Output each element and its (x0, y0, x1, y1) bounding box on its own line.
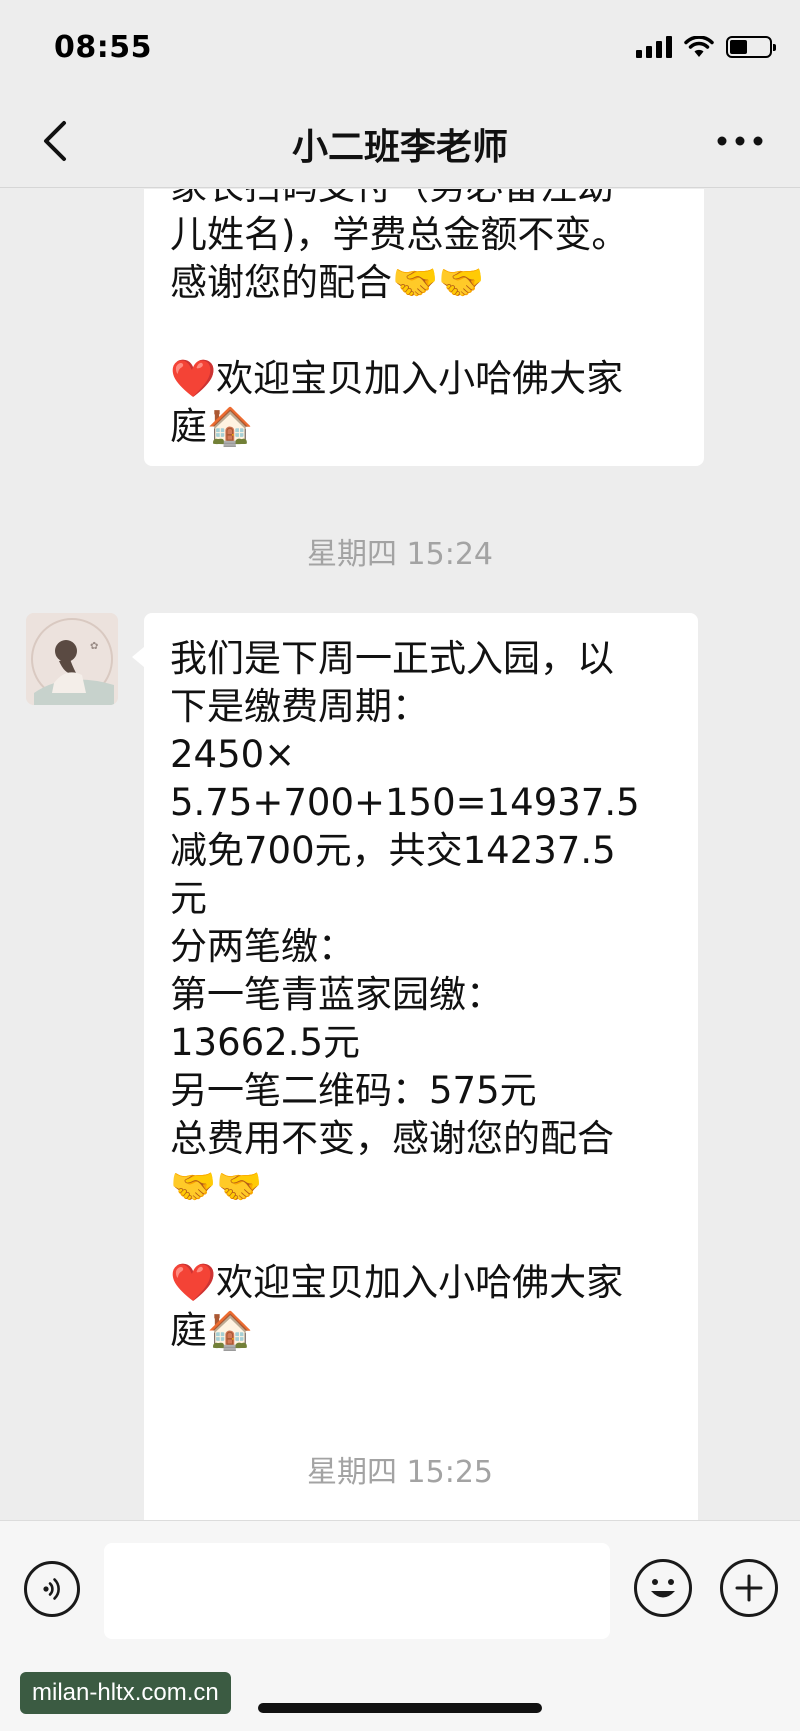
more-actions-button[interactable] (720, 1559, 778, 1617)
message-line: 另一笔二维码：575元 (170, 1069, 537, 1112)
avatar[interactable]: ✿ (26, 613, 118, 705)
wifi-icon (684, 36, 714, 57)
svg-text:✿: ✿ (90, 641, 98, 652)
chat-header: 小二班李老师 (0, 96, 800, 188)
message-line: 我们是下周一正式入园，以 (170, 637, 614, 680)
signal-icon (636, 36, 672, 58)
message-line: 感谢您的配合🤝🤝 (170, 261, 485, 304)
message-input[interactable] (104, 1543, 610, 1639)
message-line: 🤝🤝 (170, 1165, 263, 1208)
message-timestamp: 星期四 15:25 (307, 1455, 493, 1490)
chat-title: 小二班李老师 (291, 127, 508, 168)
message-line: 2450× (170, 733, 296, 776)
teacher-avatar-icon: ✿ (26, 613, 118, 705)
status-time: 08:55 (54, 30, 152, 65)
watermark: milan-hltx.com.cn (20, 1672, 231, 1714)
message-line (170, 1211, 672, 1259)
message-line: 分两笔缴： (170, 925, 355, 968)
message-line: 减免700元，共交14237.5 (170, 829, 616, 872)
status-bar: 08:55 (0, 0, 800, 96)
message-line: 下是缴费周期： (170, 685, 429, 728)
message-line: 庭🏠 (170, 405, 254, 448)
plus-icon (735, 1574, 763, 1602)
message-line: 儿姓名)，学费总金额不变。 (170, 213, 629, 256)
more-button[interactable] (710, 118, 770, 164)
emoji-button[interactable] (634, 1559, 692, 1617)
chat-message-list[interactable]: 家长扫码支付（务必备注幼 儿姓名)，学费总金额不变。 感谢您的配合🤝🤝 ❤️欢迎… (0, 189, 800, 1520)
message-line: ❤️欢迎宝贝加入小哈佛大家 (170, 1261, 624, 1304)
voice-button[interactable] (24, 1561, 80, 1617)
home-indicator[interactable] (258, 1703, 542, 1713)
message-line (170, 307, 678, 355)
message-line: 总费用不变，感谢您的配合 (170, 1117, 614, 1160)
message-bubble[interactable]: 我们是下周一正式入园，以 下是缴费周期： 2450× 5.75+700+150=… (132, 613, 698, 1520)
message-line: 第一笔青蓝家园缴： (170, 973, 503, 1016)
voice-icon (43, 1578, 60, 1600)
battery-icon (726, 36, 776, 58)
emoji-icon (651, 1579, 675, 1598)
message-timestamp: 星期四 15:24 (307, 537, 493, 572)
battery-level (730, 40, 748, 54)
message-line: 元 (170, 877, 207, 920)
message-bubble[interactable]: 家长扫码支付（务必备注幼 儿姓名)，学费总金额不变。 感谢您的配合🤝🤝 ❤️欢迎… (144, 189, 704, 466)
message-line: 庭🏠 (170, 1309, 254, 1352)
message-line: ❤️欢迎宝贝加入小哈佛大家 (170, 357, 624, 400)
message-line: 家长扫码支付（务必备注幼 (170, 189, 678, 211)
message-line: 5.75+700+150=14937.5 (170, 781, 640, 824)
status-icons (636, 36, 776, 58)
more-dots-icon (717, 136, 763, 146)
message-line: 13662.5元 (170, 1021, 361, 1064)
